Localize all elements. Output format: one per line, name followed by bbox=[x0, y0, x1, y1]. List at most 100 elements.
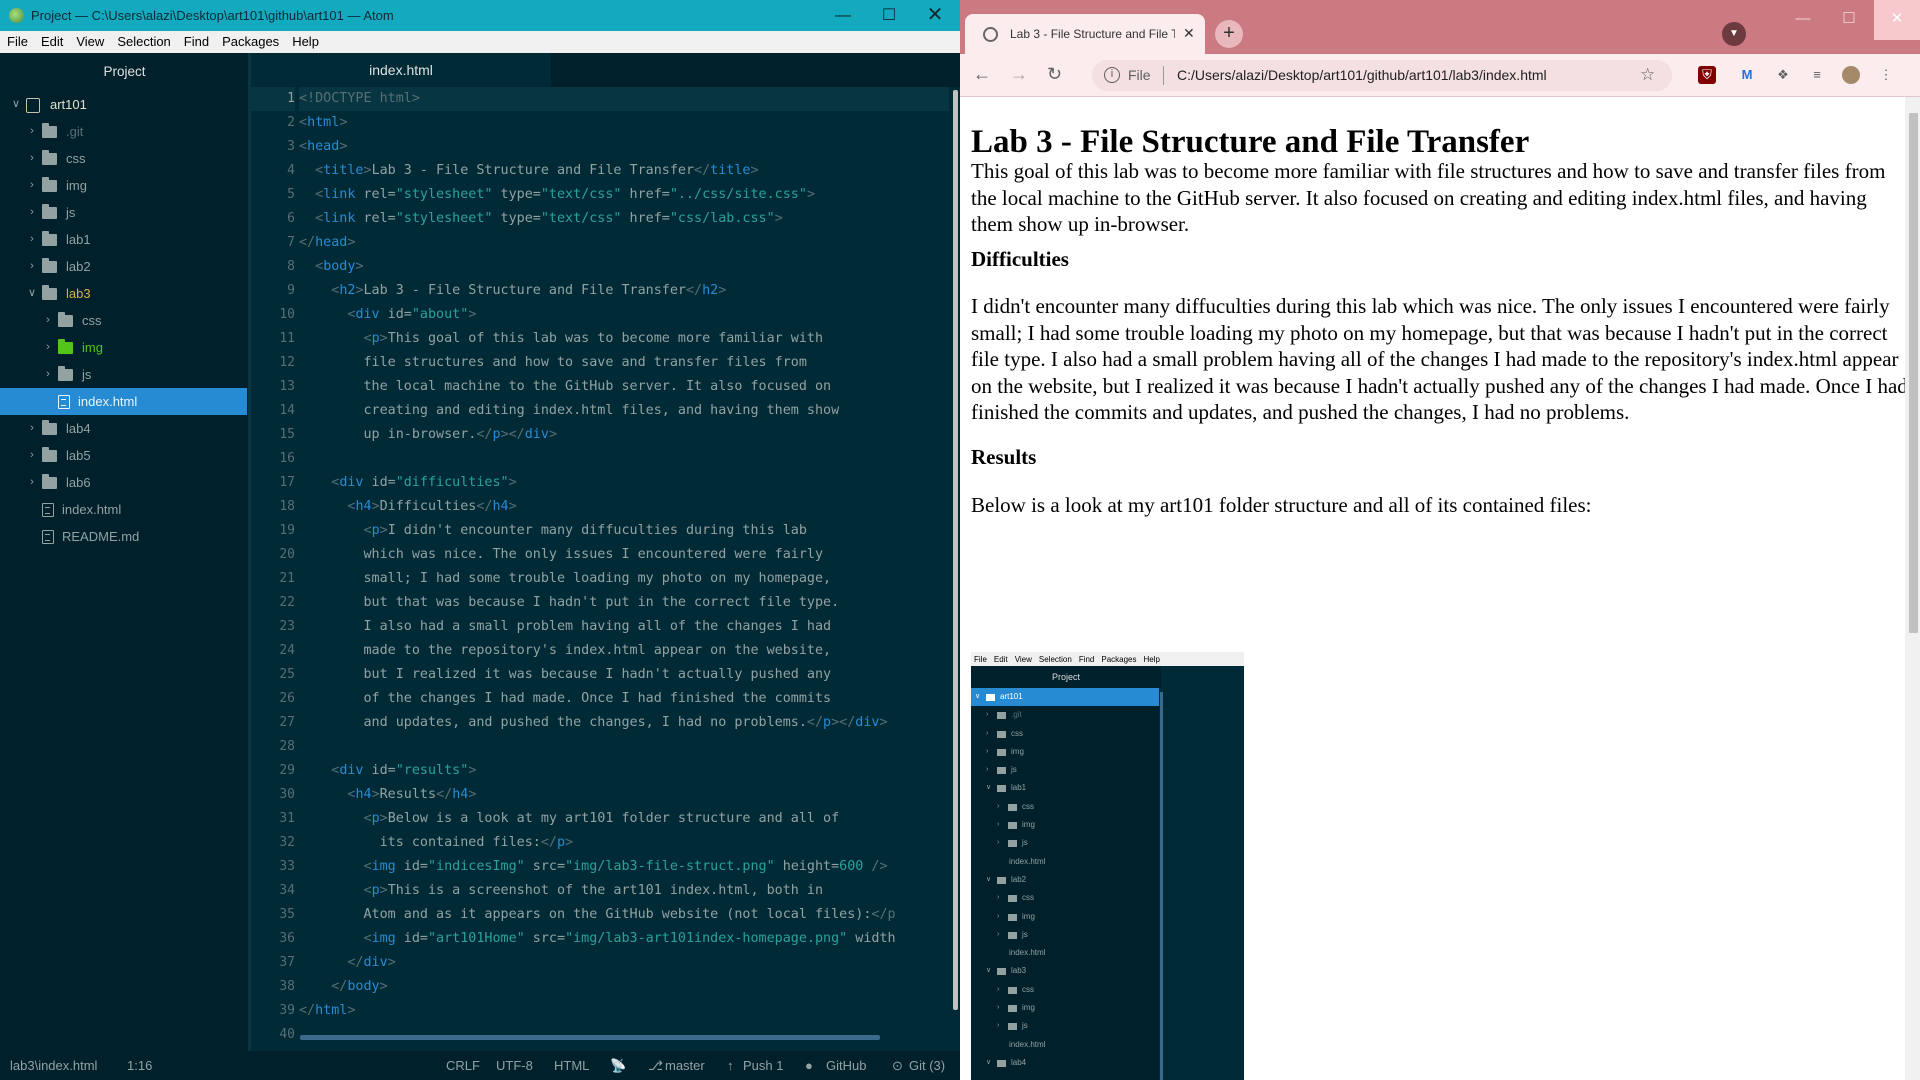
chevron-right-icon[interactable]: › bbox=[42, 361, 54, 388]
tree-folder-item[interactable]: › js bbox=[0, 361, 249, 388]
site-info-icon[interactable]: i bbox=[1104, 67, 1120, 83]
code-line[interactable]: <head> bbox=[299, 135, 949, 159]
menu-view[interactable]: View bbox=[69, 31, 110, 49]
ublock-extension-icon[interactable]: ⛨ bbox=[1698, 66, 1716, 84]
browser-tab[interactable]: Lab 3 - File Structure and File Transfer… bbox=[965, 14, 1205, 54]
tree-folder-item[interactable]: › js bbox=[0, 199, 249, 226]
tree-folder-item[interactable]: › lab5 bbox=[0, 442, 249, 469]
status-encoding[interactable]: UTF-8 bbox=[496, 1058, 533, 1073]
chevron-down-icon[interactable]: ∨ bbox=[26, 280, 38, 307]
chevron-right-icon[interactable]: › bbox=[26, 226, 38, 253]
menu-packages[interactable]: Packages bbox=[215, 31, 285, 49]
code-line[interactable]: <h4>Difficulties</h4> bbox=[299, 495, 949, 519]
chevron-right-icon[interactable]: › bbox=[26, 415, 38, 442]
code-line[interactable]: <img id="art101Home" src="img/lab3-art10… bbox=[299, 927, 949, 951]
chevron-down-icon[interactable]: ∨ bbox=[10, 91, 22, 118]
code-line[interactable]: </body> bbox=[299, 975, 949, 999]
reading-list-icon[interactable]: ≡ bbox=[1808, 66, 1826, 84]
code-line[interactable]: <div id="results"> bbox=[299, 759, 949, 783]
tree-folder-item[interactable]: › img bbox=[0, 172, 249, 199]
code-line[interactable]: made to the repository's index.html appe… bbox=[299, 639, 949, 663]
code-line[interactable]: <!DOCTYPE html> bbox=[299, 87, 949, 111]
chevron-right-icon[interactable]: › bbox=[26, 442, 38, 469]
editor-horizontal-scrollbar[interactable] bbox=[300, 1035, 880, 1040]
code-line[interactable]: <div id="difficulties"> bbox=[299, 471, 949, 495]
code-line[interactable]: </html> bbox=[299, 999, 949, 1023]
status-line-ending[interactable]: CRLF bbox=[446, 1058, 480, 1073]
code-line[interactable]: <div id="about"> bbox=[299, 303, 949, 327]
tree-folder-item[interactable]: ∨ art101 bbox=[0, 91, 249, 118]
code-line[interactable]: of the changes I had made. Once I had fi… bbox=[299, 687, 949, 711]
code-line[interactable]: small; I had some trouble loading my pho… bbox=[299, 567, 949, 591]
code-line[interactable]: <link rel="stylesheet" type="text/css" h… bbox=[299, 207, 949, 231]
code-line[interactable]: file structures and how to save and tran… bbox=[299, 351, 949, 375]
status-grammar[interactable]: HTML bbox=[554, 1058, 589, 1073]
browser-menu-icon[interactable]: ⋮ bbox=[1877, 66, 1895, 84]
new-tab-button[interactable]: + bbox=[1215, 20, 1243, 48]
chevron-right-icon[interactable]: › bbox=[26, 199, 38, 226]
code-line[interactable]: but I realized it was because I hadn't a… bbox=[299, 663, 949, 687]
code-line[interactable]: which was nice. The only issues I encoun… bbox=[299, 543, 949, 567]
chevron-right-icon[interactable]: › bbox=[26, 253, 38, 280]
bookmark-star-icon[interactable]: ☆ bbox=[1640, 65, 1655, 85]
tree-folder-item[interactable]: › lab1 bbox=[0, 226, 249, 253]
code-line[interactable]: <h2>Lab 3 - File Structure and File Tran… bbox=[299, 279, 949, 303]
code-line[interactable]: <img id="indicesImg" src="img/lab3-file-… bbox=[299, 855, 949, 879]
code-line[interactable]: up in-browser.</p></div> bbox=[299, 423, 949, 447]
tree-folder-item[interactable]: › lab2 bbox=[0, 253, 249, 280]
menu-file[interactable]: File bbox=[0, 31, 34, 49]
code-line[interactable] bbox=[299, 447, 949, 471]
tree-folder-item[interactable]: › lab4 bbox=[0, 415, 249, 442]
chevron-right-icon[interactable]: › bbox=[26, 145, 38, 172]
project-tree-header[interactable]: Project bbox=[0, 53, 249, 91]
address-bar[interactable]: i File C:/Users/alazi/Desktop/art101/git… bbox=[1092, 60, 1672, 91]
browser-maximize-icon[interactable]: ☐ bbox=[1826, 0, 1872, 40]
back-icon[interactable]: ← bbox=[973, 64, 991, 85]
status-github[interactable]: GitHub bbox=[826, 1058, 866, 1073]
minimize-icon[interactable]: — bbox=[820, 0, 866, 31]
code-line[interactable]: <body> bbox=[299, 255, 949, 279]
menu-edit[interactable]: Edit bbox=[34, 31, 69, 49]
chevron-right-icon[interactable]: › bbox=[42, 334, 54, 361]
code-line[interactable]: creating and editing index.html files, a… bbox=[299, 399, 949, 423]
extensions-puzzle-icon[interactable]: ❖ bbox=[1774, 66, 1792, 84]
code-line[interactable]: <h4>Results</h4> bbox=[299, 783, 949, 807]
tree-folder-item[interactable]: › img bbox=[0, 334, 249, 361]
tree-file-item[interactable]: README.md bbox=[0, 523, 249, 550]
menu-help[interactable]: Help bbox=[285, 31, 325, 49]
maximize-icon[interactable]: ☐ bbox=[866, 0, 912, 31]
code-line[interactable]: but that was because I hadn't put in the… bbox=[299, 591, 949, 615]
tree-file-item[interactable]: index.html bbox=[0, 388, 247, 415]
code-line[interactable]: <p>This is a screenshot of the art101 in… bbox=[299, 879, 949, 903]
code-line[interactable]: I also had a small problem having all of… bbox=[299, 615, 949, 639]
code-line[interactable]: <p>This goal of this lab was to become m… bbox=[299, 327, 949, 351]
code-line[interactable]: </div> bbox=[299, 951, 949, 975]
code-line[interactable]: the local machine to the GitHub server. … bbox=[299, 375, 949, 399]
profile-avatar[interactable] bbox=[1842, 66, 1860, 84]
code-content[interactable]: <!DOCTYPE html> <html> <head> <title>Lab 3… bbox=[299, 87, 949, 1047]
status-branch[interactable]: master bbox=[665, 1058, 705, 1073]
status-push[interactable]: Push 1 bbox=[743, 1058, 783, 1073]
code-line[interactable] bbox=[299, 735, 949, 759]
url-text[interactable]: C:/Users/alazi/Desktop/art101/github/art… bbox=[1177, 67, 1547, 83]
code-line[interactable]: </head> bbox=[299, 231, 949, 255]
tree-folder-item[interactable]: › lab6 bbox=[0, 469, 249, 496]
tab-search-icon[interactable]: ▼ bbox=[1722, 22, 1746, 46]
code-editor[interactable]: 1 2 3 4 5 6 7 8 9 10 11 12 13 14 15 16 17 18 19 20 21 22 23 24 2… bbox=[251, 87, 960, 1047]
code-line[interactable]: Atom and as it appears on the GitHub web… bbox=[299, 903, 949, 927]
broadcast-icon[interactable]: 📡 bbox=[610, 1058, 626, 1074]
browser-minimize-icon[interactable]: — bbox=[1780, 0, 1826, 40]
status-file-path[interactable]: lab3\index.html bbox=[10, 1058, 97, 1073]
tree-folder-item[interactable]: › css bbox=[0, 307, 249, 334]
code-line[interactable]: <title>Lab 3 - File Structure and File T… bbox=[299, 159, 949, 183]
page-scrollbar-thumb[interactable] bbox=[1909, 113, 1918, 633]
tree-file-item[interactable]: index.html bbox=[0, 496, 249, 523]
code-line[interactable]: <p>Below is a look at my art101 folder s… bbox=[299, 807, 949, 831]
tree-folder-item[interactable]: › css bbox=[0, 145, 249, 172]
status-cursor-position[interactable]: 1:16 bbox=[127, 1058, 152, 1073]
code-line[interactable]: and updates, and pushed the changes, I h… bbox=[299, 711, 949, 735]
close-icon[interactable]: ✕ bbox=[912, 0, 958, 31]
editor-vertical-scrollbar[interactable] bbox=[953, 90, 958, 1010]
forward-icon[interactable]: → bbox=[1010, 64, 1028, 85]
code-line[interactable]: <link rel="stylesheet" type="text/css" h… bbox=[299, 183, 949, 207]
